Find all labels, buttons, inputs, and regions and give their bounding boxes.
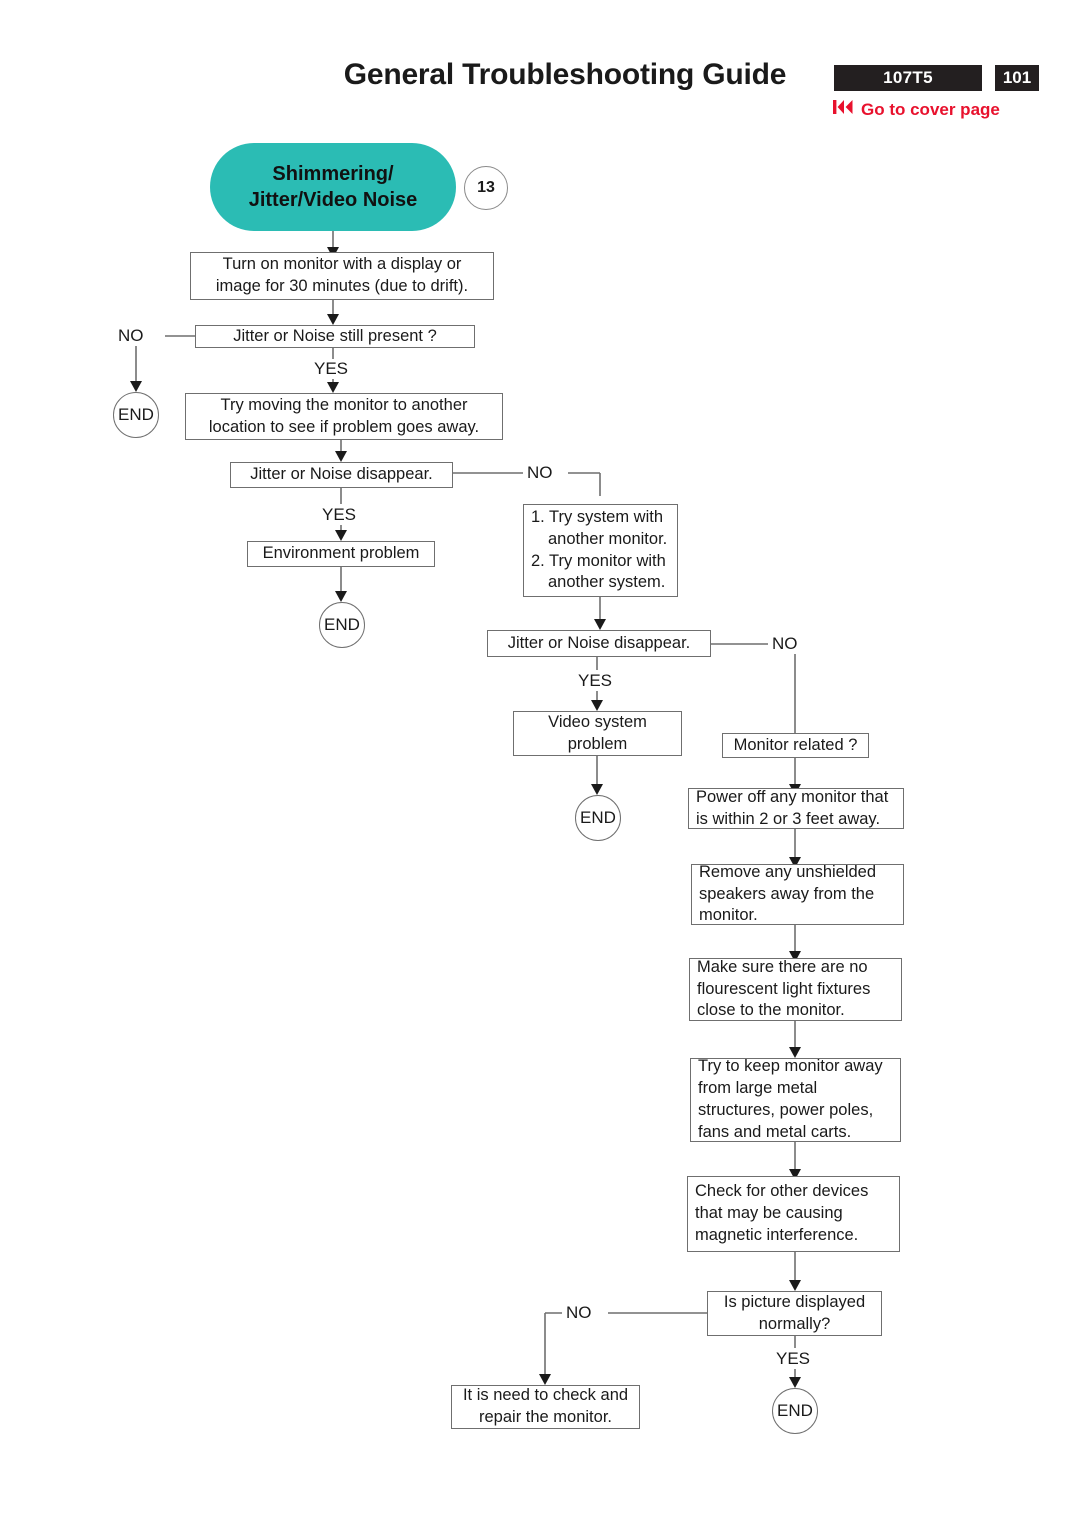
flow-node-line4: another system.: [548, 573, 666, 592]
flow-node-remove-unshielded-speakers: Remove any unshielded speakers away from…: [691, 863, 904, 925]
flow-node-line1: It is need to check and: [462, 1386, 629, 1405]
flow-node-jitter-disappear-2: Jitter or Noise disappear.: [487, 630, 711, 657]
flow-node-try-moving-monitor: Try moving the monitor to another locati…: [185, 393, 503, 440]
flow-terminator-end-4: END: [772, 1388, 818, 1434]
flow-node-video-system-problem: Video system problem: [513, 711, 682, 756]
flow-terminator-end-3: END: [575, 795, 621, 841]
flow-title-line2: Jitter/Video Noise: [248, 189, 418, 211]
flow-node-check-magnetic-interference: Check for other devices that may be caus…: [687, 1176, 900, 1252]
skip-to-start-icon: [833, 99, 854, 120]
flow-node-jitter-still-present: Jitter or Noise still present ?: [195, 325, 475, 348]
flow-title-line1: Shimmering/: [272, 163, 394, 185]
flow-terminator-end-2: END: [319, 602, 365, 648]
edge-label-yes-4: YES: [772, 1349, 815, 1369]
flow-node-line3: 2. Try monitor with: [531, 551, 666, 570]
flow-node-monitor-related: Monitor related ?: [722, 733, 869, 758]
page-title: General Troubleshooting Guide: [343, 58, 787, 91]
step-number-badge: 13: [464, 166, 508, 210]
flow-node-no-flourescent-fixtures: Make sure there are no flourescent light…: [689, 958, 902, 1021]
flow-node-keep-away-from-metal: Try to keep monitor away from large meta…: [690, 1057, 901, 1142]
flow-node-is-picture-normal: Is picture displayed normally?: [707, 1291, 882, 1336]
flow-node-environment-problem: Environment problem: [247, 541, 435, 567]
flow-node-jitter-disappear-1: Jitter or Noise disappear.: [230, 462, 453, 488]
flow-node-power-off-nearby-monitor: Power off any monitor that is within 2 o…: [688, 788, 904, 829]
edge-label-yes-2: YES: [318, 505, 361, 525]
flow-terminator-end-1: END: [113, 392, 159, 438]
flow-node-line2: repair the monitor.: [479, 1408, 612, 1426]
edge-label-no-3: NO: [768, 634, 802, 654]
flow-node-line1: 1. Try system with: [531, 507, 664, 526]
edge-label-no-2: NO: [523, 463, 557, 483]
go-to-cover-page-link[interactable]: Go to cover page: [833, 99, 1000, 120]
flow-title-capsule: Shimmering/ Jitter/Video Noise: [210, 143, 456, 231]
edge-label-no-4: NO: [562, 1303, 596, 1323]
flow-node-line2: another monitor.: [548, 529, 668, 548]
page-number-badge: 101: [995, 65, 1039, 91]
flow-connectors: [130, 231, 801, 1388]
flow-node-line1: Video system: [548, 712, 647, 731]
flow-node-turn-on-monitor: Turn on monitor with a display or image …: [190, 252, 494, 300]
flow-node-try-another-monitor-system: 1. Try system with another monitor. 2. T…: [523, 504, 678, 597]
model-badge: 107T5: [834, 65, 982, 91]
flow-node-line1: Is picture displayed: [723, 1292, 866, 1311]
flow-node-line2: problem: [567, 734, 628, 753]
go-to-cover-page-label: Go to cover page: [861, 99, 1000, 119]
flow-node-need-repair-monitor: It is need to check and repair the monit…: [451, 1385, 640, 1429]
edge-label-yes-1: YES: [310, 359, 353, 379]
flow-node-line2: normally?: [758, 1314, 831, 1333]
edge-label-no-1: NO: [114, 326, 148, 346]
edge-label-yes-3: YES: [574, 671, 617, 691]
